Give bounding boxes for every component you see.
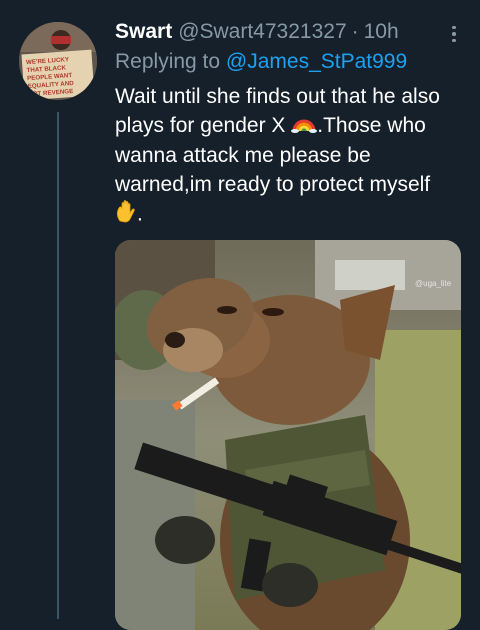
dog-with-rifle-image: @uga_lite (115, 240, 461, 630)
avatar[interactable]: WE'RE LUCKY THAT BLACK PEOPLE WANT EQUAL… (19, 22, 97, 100)
tweet-header: Swart @Swart47321327 · 10h (115, 18, 460, 46)
tweet-timestamp[interactable]: 10h (364, 18, 399, 46)
replying-to-line: Replying to @James_StPat999 (115, 48, 460, 76)
media-watermark: @uga_lite (415, 279, 452, 288)
replying-to-handle-link[interactable]: @James_StPat999 (226, 50, 407, 73)
thread-connector-line (57, 112, 59, 619)
tweet-text-part-3: . (137, 203, 143, 226)
more-options-icon[interactable] (442, 22, 466, 46)
header-separator: · (351, 20, 359, 43)
avatar-image: WE'RE LUCKY THAT BLACK PEOPLE WANT EQUAL… (19, 22, 97, 100)
rainbow-icon (291, 111, 318, 141)
replying-to-label: Replying to (115, 50, 226, 73)
tweet-media-photo[interactable]: @uga_lite (115, 240, 461, 630)
author-display-name[interactable]: Swart (115, 18, 172, 46)
author-handle[interactable]: @Swart47321327 (178, 18, 346, 46)
raised-hand-icon (115, 199, 137, 231)
tweet-body: Swart @Swart47321327 · 10h Replying to @… (115, 18, 460, 231)
tweet-text: Wait until she finds out that he also pl… (115, 82, 455, 231)
